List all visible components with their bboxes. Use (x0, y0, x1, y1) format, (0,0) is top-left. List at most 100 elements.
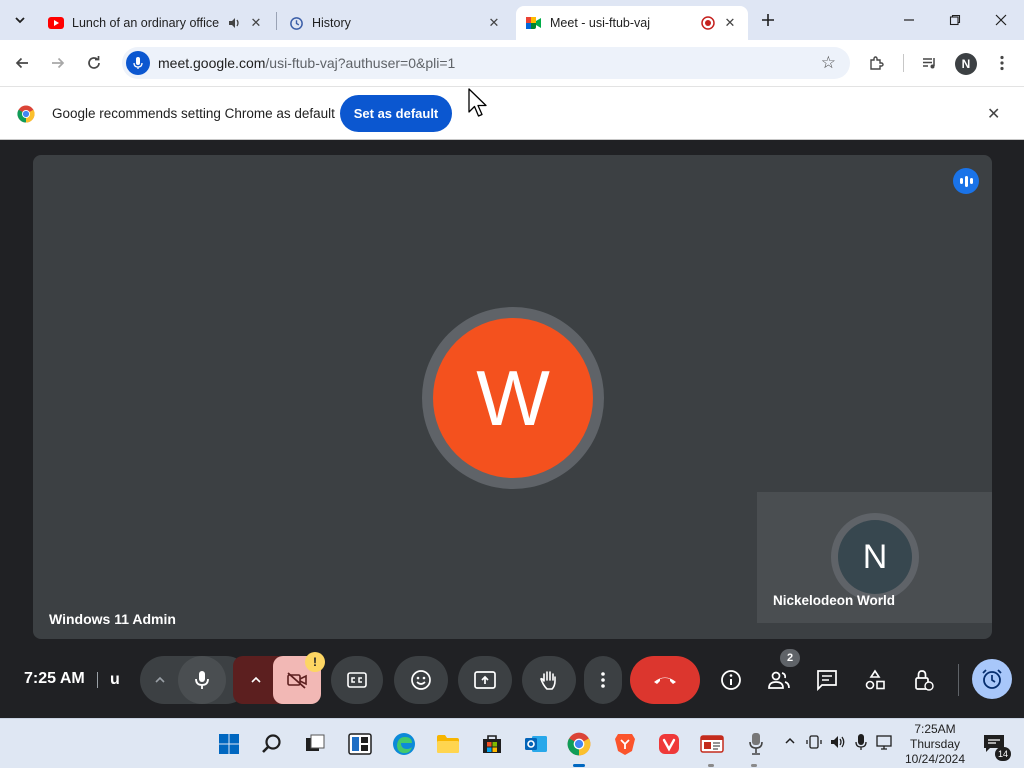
youtube-icon (48, 15, 64, 31)
news-app[interactable] (699, 731, 725, 757)
meeting-details-button[interactable] (719, 668, 743, 692)
timer-button[interactable] (972, 659, 1012, 699)
start-button[interactable] (216, 731, 242, 757)
extensions-button[interactable] (862, 49, 890, 77)
infobar-close-icon[interactable]: ✕ (987, 104, 1000, 124)
voice-recorder-app[interactable] (743, 731, 769, 757)
tab-title: Meet - usi-ftub-vaj (550, 16, 651, 30)
store-app[interactable] (479, 731, 505, 757)
lock-person-icon (915, 670, 934, 691)
default-browser-infobar: Google recommends setting Chrome as defa… (0, 86, 1024, 140)
vivaldi-app[interactable] (656, 731, 682, 757)
url-path: /usi-ftub-vaj?authuser=0&pli=1 (265, 55, 456, 71)
outlook-app[interactable] (523, 731, 549, 757)
audio-options-button[interactable] (148, 668, 172, 692)
main-participant-tile[interactable]: W Windows 11 Admin N Nickelodeon World (33, 155, 992, 639)
set-default-button[interactable]: Set as default (340, 95, 452, 132)
media-queue-icon (923, 58, 935, 69)
present-icon (474, 671, 496, 689)
people-icon (768, 671, 790, 689)
kebab-menu-icon (601, 672, 605, 688)
divider (958, 664, 959, 696)
video-options-button[interactable] (244, 668, 268, 692)
chat-button[interactable] (815, 668, 839, 692)
chevron-up-icon (785, 737, 795, 744)
mouse-cursor-icon (468, 88, 487, 117)
people-button[interactable] (767, 668, 791, 692)
tab-youtube[interactable]: Lunch of an ordinary office ✕ (38, 6, 274, 40)
audio-level-icon (953, 168, 979, 194)
tab-search-button[interactable] (8, 8, 32, 32)
recording-icon (700, 15, 716, 31)
raise-hand-button[interactable] (522, 656, 576, 704)
new-tab-button[interactable] (756, 8, 780, 32)
captions-button[interactable] (331, 656, 383, 704)
search-button[interactable] (259, 731, 285, 757)
people-count-badge: 2 (780, 649, 800, 667)
back-button[interactable] (8, 49, 36, 77)
news-icon (700, 735, 724, 753)
menu-button[interactable] (988, 49, 1016, 77)
taskbar-clock[interactable]: 7:25AM Thursday 10/24/2024 (897, 722, 973, 767)
browser-toolbar: meet.google.com/usi-ftub-vaj?authuser=0&… (0, 40, 1024, 86)
tab-title: Lunch of an ordinary office (72, 16, 220, 30)
tray-device-icon[interactable] (806, 734, 822, 753)
reload-button[interactable] (80, 49, 108, 77)
edge-app[interactable] (391, 731, 417, 757)
more-options-button[interactable] (584, 656, 622, 704)
tab-close-button[interactable]: ✕ (722, 15, 738, 31)
volume-icon[interactable] (829, 734, 847, 753)
chevron-up-icon (155, 676, 165, 683)
microphone-stand-icon (749, 733, 763, 755)
widgets-button[interactable] (347, 731, 373, 757)
network-icon[interactable] (876, 734, 894, 753)
show-hidden-icons-button[interactable] (784, 735, 796, 750)
restore-icon (949, 14, 961, 26)
site-info-mic-icon[interactable] (126, 51, 150, 75)
media-control-button[interactable] (916, 49, 944, 77)
bookmark-star-icon[interactable]: ☆ (821, 53, 836, 73)
reactions-button[interactable] (394, 656, 448, 704)
host-controls-button[interactable] (911, 668, 935, 692)
tab-meet[interactable]: Meet - usi-ftub-vaj ✕ (516, 6, 748, 40)
tab-close-button[interactable]: ✕ (486, 15, 502, 31)
task-view-button[interactable] (302, 731, 328, 757)
address-bar[interactable]: meet.google.com/usi-ftub-vaj?authuser=0&… (122, 47, 850, 79)
profile-avatar[interactable]: N (955, 53, 977, 75)
microphone-tray-icon[interactable] (855, 733, 867, 754)
participant-name: Nickelodeon World (773, 593, 896, 608)
chat-icon (817, 670, 837, 691)
chrome-icon (17, 105, 35, 123)
plus-icon (762, 14, 774, 26)
minimize-button[interactable] (886, 6, 932, 34)
speaker-icon[interactable] (226, 15, 242, 31)
chevron-down-icon (15, 17, 25, 24)
captions-icon (347, 672, 367, 688)
tab-separator (276, 12, 277, 30)
chrome-app[interactable] (566, 731, 592, 757)
restore-button[interactable] (932, 6, 978, 34)
self-view-tile[interactable]: N Nickelodeon World (757, 492, 992, 623)
forward-button[interactable] (44, 49, 72, 77)
windows-logo-icon (219, 734, 239, 754)
shapes-icon (865, 669, 885, 690)
present-screen-button[interactable] (458, 656, 512, 704)
tab-close-button[interactable]: ✕ (248, 15, 264, 31)
folder-icon (437, 735, 459, 753)
camera-off-icon (287, 672, 307, 689)
activities-button[interactable] (863, 668, 887, 692)
tab-title: History (312, 16, 351, 30)
tab-history[interactable]: History ✕ (278, 6, 512, 40)
store-icon (483, 735, 501, 753)
close-window-button[interactable] (978, 6, 1024, 34)
leave-call-button[interactable] (630, 656, 700, 704)
hand-icon (540, 671, 556, 690)
emoji-icon (411, 670, 431, 690)
divider (97, 672, 98, 688)
microphone-button[interactable] (178, 656, 226, 704)
widgets-icon (348, 733, 372, 755)
notification-count-badge: 14 (995, 747, 1011, 761)
file-explorer-app[interactable] (435, 731, 461, 757)
brave-app[interactable] (612, 731, 638, 757)
close-icon (995, 14, 1007, 26)
